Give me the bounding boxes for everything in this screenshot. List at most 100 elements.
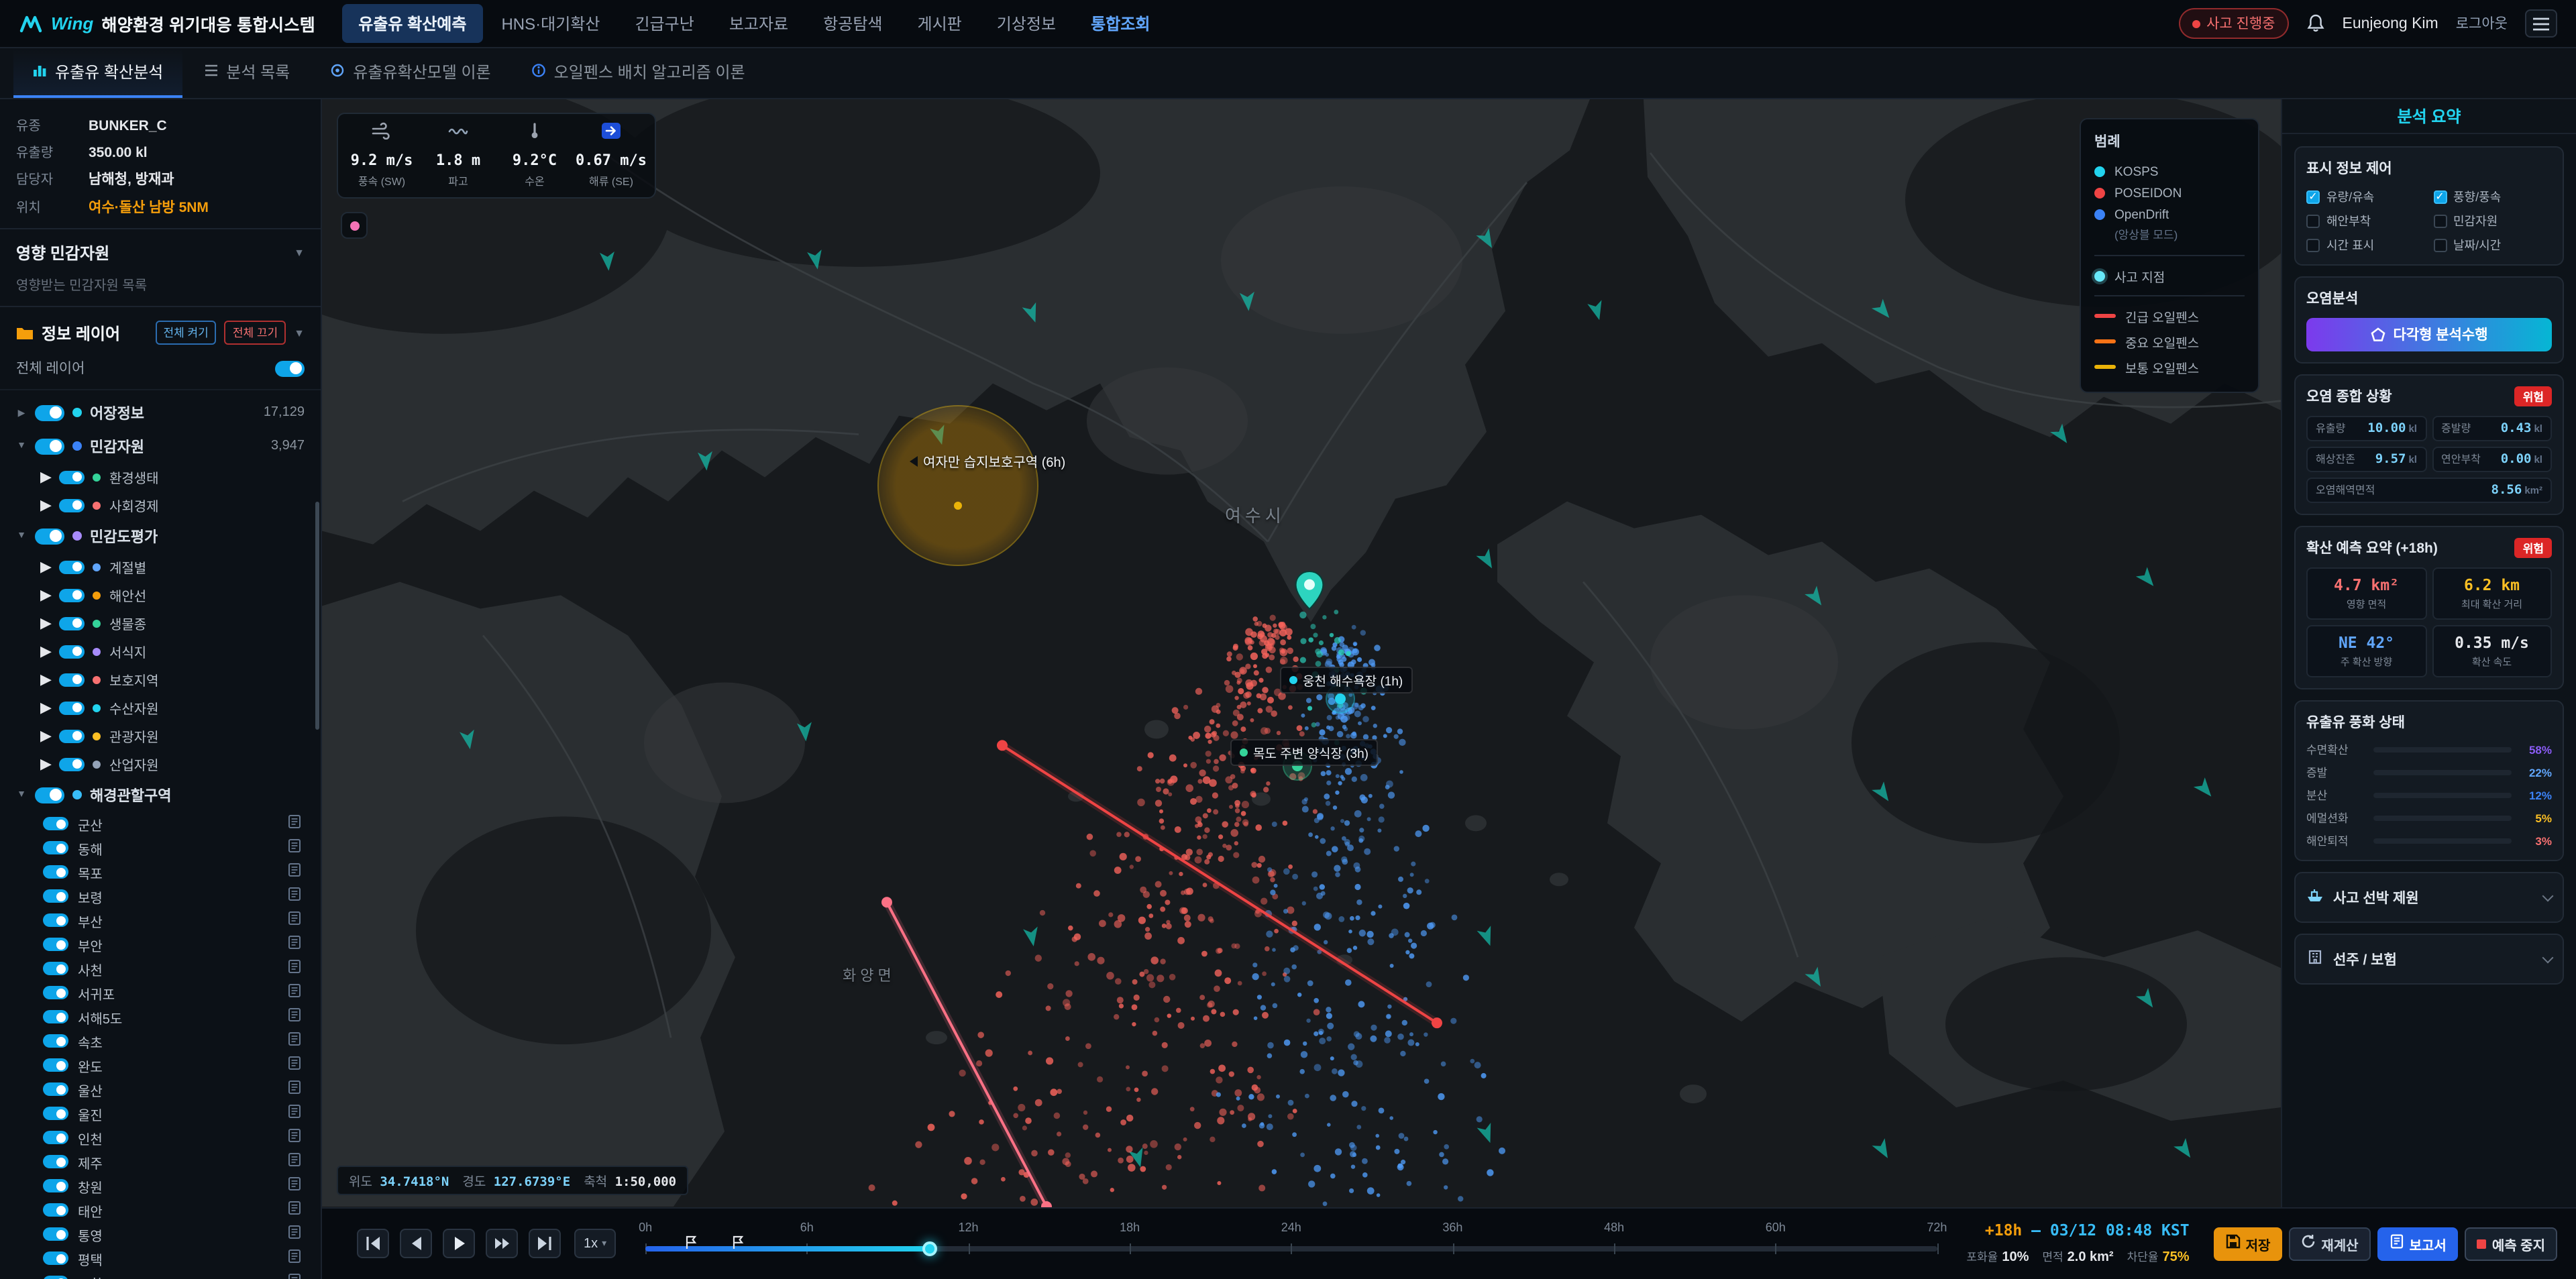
checkbox-icon[interactable] [2306,238,2320,252]
layer-child-row[interactable]: ▶ 산업자원 [11,750,310,778]
display-option-0[interactable]: ✓유량/유속 [2306,188,2425,205]
display-option-1[interactable]: ✓풍향/풍속 [2433,188,2552,205]
menu-button[interactable] [2525,9,2557,38]
doc-icon[interactable] [287,1128,302,1147]
timeline-handle[interactable] [922,1241,937,1256]
expander-icon[interactable]: ▼ [16,441,27,451]
station-toggle[interactable] [43,1107,68,1120]
station-row[interactable]: 평택 [11,1246,310,1270]
station-toggle[interactable] [43,865,68,879]
doc-icon[interactable] [287,1249,302,1268]
station-row[interactable]: 울진 [11,1101,310,1125]
station-toggle[interactable] [43,1058,68,1072]
station-row[interactable]: 창원 [11,1174,310,1198]
poi-label[interactable]: 목도 주변 양식장 (3h) [1230,739,1378,766]
tab-2[interactable]: 유출유확산모델 이론 [311,48,509,98]
layer-child-row[interactable]: ▶ 해안선 [11,581,310,609]
expander-icon[interactable]: ▶ [40,671,52,688]
doc-icon[interactable] [287,1273,302,1279]
station-toggle[interactable] [43,1082,68,1096]
sidebar-scrollbar[interactable] [315,502,319,730]
station-row[interactable]: 서귀포 [11,981,310,1005]
station-toggle[interactable] [43,1252,68,1265]
layer-group-0[interactable]: ▶ 어장정보 17,129 [11,396,310,429]
layer-toggle[interactable] [60,588,85,602]
recalc-button[interactable]: 재계산 [2289,1227,2370,1260]
station-row[interactable]: 보령 [11,884,310,908]
map-mode-chip[interactable] [341,212,368,239]
layer-toggle[interactable] [60,729,85,742]
master-layer-toggle[interactable] [275,360,305,376]
layer-group-1[interactable]: ▼ 민감자원 3,947 [11,429,310,463]
tab-1[interactable]: 분석 목록 [184,48,309,98]
layer-toggle[interactable] [35,404,64,421]
station-row[interactable]: 목포 [11,860,310,884]
bell-icon[interactable] [2306,13,2325,34]
layer-child-row[interactable]: ▶ 수산자원 [11,693,310,722]
expander-icon[interactable]: ▶ [40,586,52,604]
doc-icon[interactable] [287,1104,302,1123]
layer-child-row[interactable]: ▶ 계절별 [11,553,310,581]
checkbox-icon[interactable] [2306,214,2320,227]
station-toggle[interactable] [43,986,68,999]
doc-icon[interactable] [287,838,302,857]
checkbox-icon[interactable] [2433,238,2447,252]
station-toggle[interactable] [43,817,68,830]
expander-icon[interactable]: ▶ [40,699,52,716]
station-toggle[interactable] [43,1203,68,1217]
station-row[interactable]: 동해 [11,836,310,860]
layer-toggle[interactable] [60,757,85,771]
station-toggle[interactable] [43,841,68,854]
station-row[interactable]: 사천 [11,956,310,981]
checkbox-icon[interactable] [2433,214,2447,227]
layer-child-row[interactable]: ▶ 관광자원 [11,722,310,750]
layer-child-row[interactable]: ▶ 보호지역 [11,665,310,693]
all-layers-on-button[interactable]: 전체 켜기 [156,321,217,345]
doc-icon[interactable] [287,1152,302,1171]
display-option-2[interactable]: 해안부착 [2306,212,2425,229]
timeline-marker-flag[interactable] [733,1233,745,1257]
doc-icon[interactable] [287,959,302,978]
incident-pin[interactable] [1293,570,1326,617]
save-button[interactable]: 저장 [2214,1227,2283,1260]
timeline-marker-flag[interactable] [685,1233,697,1257]
layer-toggle[interactable] [60,470,85,484]
layer-group-2[interactable]: ▼ 민감도평가 [11,519,310,553]
collapsed-section-1[interactable]: 선주 / 보험 [2294,934,2564,985]
nav-item-4[interactable]: 항공탐색 [807,4,898,43]
chevron-down-icon[interactable]: ▼ [294,327,305,339]
layer-child-row[interactable]: ▶ 생물종 [11,609,310,637]
tab-0[interactable]: 유출유 확산분석 [13,48,182,98]
layer-toggle[interactable] [35,528,64,544]
poi-label[interactable]: 웅천 해수욕장 (1h) [1280,667,1412,693]
impact-resources-header[interactable]: 영향 민감자원 ▼ [16,241,305,264]
layer-toggle[interactable] [35,787,64,803]
display-option-4[interactable]: 시간 표시 [2306,236,2425,254]
nav-item-6[interactable]: 기상정보 [981,4,1072,43]
doc-icon[interactable] [287,1201,302,1219]
doc-icon[interactable] [287,814,302,833]
layer-toggle[interactable] [60,616,85,630]
protection-zone-circle[interactable] [877,405,1038,566]
station-row[interactable]: 태안 [11,1198,310,1222]
station-toggle[interactable] [43,1155,68,1168]
nav-item-7[interactable]: 통합조회 [1075,4,1166,43]
map-canvas[interactable]: 9.2 m/s 풍속 (SW) 1.8 m 파고 9.2°C 수온 0.67 m… [322,99,2281,1207]
skip-end-button[interactable] [529,1229,561,1258]
layer-toggle[interactable] [60,645,85,658]
layer-toggle[interactable] [60,673,85,686]
station-row[interactable]: 제주 [11,1150,310,1174]
checkbox-icon[interactable]: ✓ [2433,190,2447,203]
expander-icon[interactable]: ▼ [16,790,27,799]
station-row[interactable]: 부산 [11,908,310,932]
layer-toggle[interactable] [60,560,85,573]
expander-icon[interactable]: ▶ [40,468,52,486]
layer-toggle[interactable] [60,498,85,512]
doc-icon[interactable] [287,983,302,1002]
expander-icon[interactable]: ▶ [40,727,52,744]
display-option-5[interactable]: 날짜/시간 [2433,236,2552,254]
fast-forward-button[interactable] [486,1229,518,1258]
station-row[interactable]: 군산 [11,812,310,836]
expander-icon[interactable]: ▶ [40,614,52,632]
expander-icon[interactable]: ▶ [40,496,52,514]
